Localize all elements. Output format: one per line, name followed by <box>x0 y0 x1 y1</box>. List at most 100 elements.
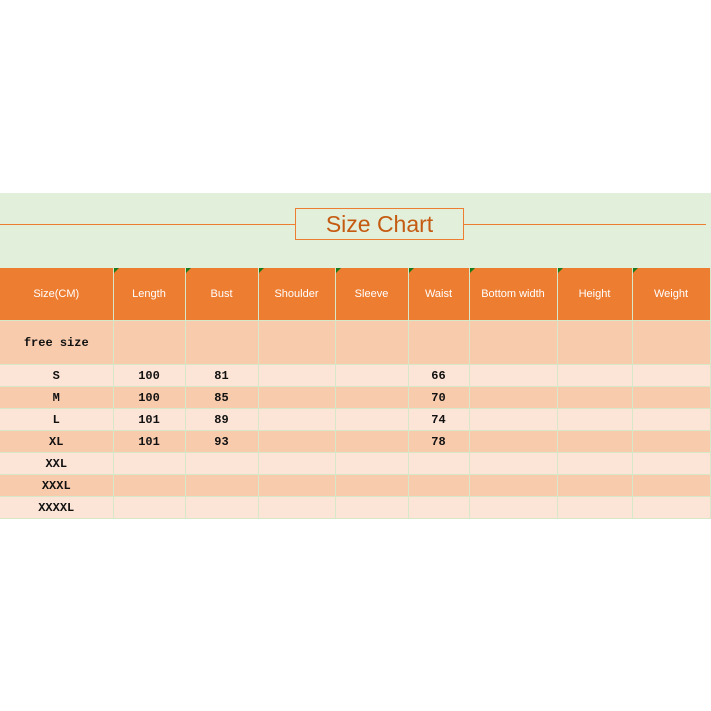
table-cell <box>408 496 470 519</box>
table-cell <box>335 452 409 475</box>
column-header: Bust <box>185 268 259 321</box>
table-row: M 100 85 70 <box>0 386 711 409</box>
column-label: Weight <box>653 288 689 300</box>
size-label: XXL <box>0 452 114 475</box>
table-cell <box>258 364 336 387</box>
table-cell <box>408 474 470 497</box>
table-cell <box>632 320 711 365</box>
table-cell <box>258 474 336 497</box>
column-header: Height <box>557 268 633 321</box>
cell-marker-icon <box>408 268 414 273</box>
size-table: Size(CM) Length Bust Shoulder Sleeve Waist Bot… <box>0 268 711 519</box>
table-cell <box>632 386 711 409</box>
table-cell <box>408 452 470 475</box>
table-row: free size <box>0 320 711 365</box>
size-label: S <box>0 364 114 387</box>
table-row: S 100 81 66 <box>0 364 711 387</box>
table-cell <box>258 386 336 409</box>
table-cell <box>632 408 711 431</box>
column-label: Height <box>578 288 611 300</box>
table-cell <box>185 496 259 519</box>
column-header: Shoulder <box>258 268 336 321</box>
table-cell <box>335 386 409 409</box>
column-label: Waist <box>424 288 453 300</box>
table-cell <box>632 364 711 387</box>
table-cell <box>113 496 186 519</box>
table-cell: 70 <box>408 386 470 409</box>
column-header: Size(CM) <box>0 268 114 321</box>
table-cell: 100 <box>113 364 186 387</box>
table-cell <box>258 496 336 519</box>
table-cell <box>335 320 409 365</box>
table-cell: 66 <box>408 364 470 387</box>
table-cell <box>185 452 259 475</box>
table-cell <box>185 474 259 497</box>
table-cell: 101 <box>113 408 186 431</box>
table-cell: 81 <box>185 364 259 387</box>
table-cell <box>632 430 711 453</box>
table-row: XXXL <box>0 474 711 497</box>
column-label: Length <box>132 288 166 300</box>
size-label: XL <box>0 430 114 453</box>
column-label: Sleeve <box>354 288 389 300</box>
cell-marker-icon <box>335 268 341 273</box>
table-row: XXL <box>0 452 711 475</box>
table-cell: 101 <box>113 430 186 453</box>
table-cell <box>469 430 558 453</box>
column-label: Size(CM) <box>33 288 80 300</box>
column-label: Bottom width <box>481 288 545 300</box>
column-header: Sleeve <box>335 268 409 321</box>
table-cell <box>469 408 558 431</box>
table-cell <box>469 386 558 409</box>
table-cell <box>335 496 409 519</box>
title-line-left <box>0 224 295 225</box>
page-title: Size Chart <box>295 208 464 240</box>
table-cell: 78 <box>408 430 470 453</box>
table-cell <box>469 474 558 497</box>
table-cell <box>469 364 558 387</box>
table-cell <box>335 430 409 453</box>
table-cell <box>185 320 259 365</box>
table-cell <box>258 452 336 475</box>
cell-marker-icon <box>113 268 119 273</box>
table-cell <box>557 386 633 409</box>
table-cell <box>113 452 186 475</box>
column-header: Length <box>113 268 186 321</box>
table-cell <box>258 430 336 453</box>
table-cell: 85 <box>185 386 259 409</box>
column-label: Bust <box>210 288 233 300</box>
table-cell <box>113 474 186 497</box>
table-cell <box>557 496 633 519</box>
cell-marker-icon <box>258 268 264 273</box>
table-cell <box>557 452 633 475</box>
table-cell <box>469 320 558 365</box>
table-cell <box>335 408 409 431</box>
table-cell <box>469 496 558 519</box>
header-row: Size(CM) Length Bust Shoulder Sleeve Waist Bot… <box>0 268 711 321</box>
table-cell <box>258 320 336 365</box>
table-row: L 101 89 74 <box>0 408 711 431</box>
table-cell <box>258 408 336 431</box>
table-cell <box>335 474 409 497</box>
table-cell <box>335 364 409 387</box>
cell-marker-icon <box>557 268 563 273</box>
table-cell <box>632 496 711 519</box>
size-label: free size <box>0 320 114 365</box>
table-row: XL 101 93 78 <box>0 430 711 453</box>
column-header: Weight <box>632 268 711 321</box>
title-band: Size Chart <box>0 193 711 268</box>
table-cell <box>408 320 470 365</box>
table-cell <box>469 452 558 475</box>
table-cell <box>557 474 633 497</box>
column-header: Bottom width <box>469 268 558 321</box>
size-label: L <box>0 408 114 431</box>
table-cell <box>557 364 633 387</box>
table-cell <box>113 320 186 365</box>
table-cell: 89 <box>185 408 259 431</box>
size-label: M <box>0 386 114 409</box>
table-cell <box>632 474 711 497</box>
size-label: XXXL <box>0 474 114 497</box>
cell-marker-icon <box>632 268 638 273</box>
table-cell <box>557 408 633 431</box>
table-cell <box>557 430 633 453</box>
